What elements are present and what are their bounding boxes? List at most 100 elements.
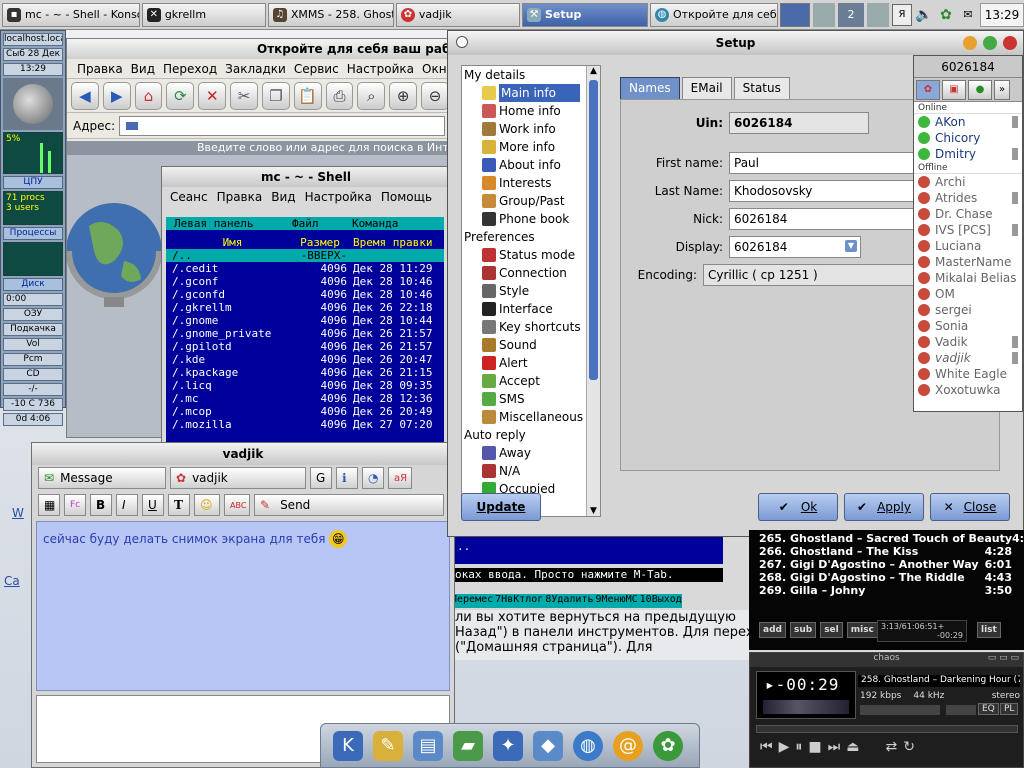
contact-button[interactable]: ✿ vadjik xyxy=(170,467,306,489)
contact-item[interactable]: IVS [PCS] xyxy=(914,222,1022,238)
tree-item-sms[interactable]: SMS xyxy=(462,390,600,408)
icq-flower-icon[interactable]: ✿ xyxy=(936,4,956,26)
email-at-icon[interactable]: @ xyxy=(613,730,643,761)
col-name[interactable]: Имя xyxy=(166,236,293,249)
italic-icon[interactable]: I xyxy=(116,494,138,516)
fkey[interactable]: 8Удалить xyxy=(545,594,596,608)
desktop-preview-icon[interactable] xyxy=(780,2,811,27)
tree-item-sound[interactable]: Sound xyxy=(462,336,600,354)
window-menu-icon[interactable] xyxy=(456,36,468,48)
tree-item-style[interactable]: Style xyxy=(462,282,600,300)
mc-left-panel[interactable]: Левая панель xyxy=(166,217,292,230)
fkey[interactable]: 7НвКтлог xyxy=(495,594,546,608)
tree-item-miscellaneous[interactable]: Miscellaneous xyxy=(462,408,600,426)
smiley-icon[interactable]: ☺ xyxy=(194,494,220,516)
contact-item[interactable]: MasterName xyxy=(914,254,1022,270)
mc-file-row[interactable]: /.cedit 4096 Дек 28 11:29 xyxy=(166,262,444,275)
home-icon[interactable]: ⌂ xyxy=(134,81,163,110)
tree-item-work-info[interactable]: Work info xyxy=(462,120,600,138)
fkey[interactable]: 10Выход xyxy=(639,594,682,608)
mc-file-row[interactable]: /.gconf 4096 Дек 28 10:46 xyxy=(166,275,444,288)
minimize-icon[interactable] xyxy=(963,36,977,50)
tray-app-icon[interactable]: ✉ xyxy=(959,4,977,26)
tree-item-n-a[interactable]: N/A xyxy=(462,462,600,480)
mc-file-row[interactable]: /.licq 4096 Дек 28 09:35 xyxy=(166,379,444,392)
contact-item[interactable]: White Eagle xyxy=(914,366,1022,382)
menu-go[interactable]: Переход xyxy=(163,62,217,76)
kde-menu-icon[interactable]: K xyxy=(333,730,363,761)
tree-scroll-thumb[interactable] xyxy=(589,80,598,380)
clock-icon[interactable]: ◔ xyxy=(362,467,384,489)
pl-toggle[interactable]: PL xyxy=(1000,703,1019,715)
eq-toggle[interactable]: EQ xyxy=(978,703,999,715)
shuffle-icon[interactable]: ⇄ xyxy=(885,739,897,755)
menu-view[interactable]: Вид xyxy=(131,62,155,76)
box-icon[interactable]: ◆ xyxy=(533,730,563,761)
pager-desktop-3[interactable] xyxy=(867,2,890,27)
tree-item-phone-book[interactable]: Phone book xyxy=(462,210,600,228)
tree-item-accept[interactable]: Accept xyxy=(462,372,600,390)
close-icon[interactable] xyxy=(1003,36,1017,50)
mc-file-row[interactable]: /.gconfd 4096 Дек 28 10:46 xyxy=(166,288,444,301)
tree-item-group-past[interactable]: Group/Past xyxy=(462,192,600,210)
task-konsole[interactable]: ▪ mc - ~ - Shell - Konsole xyxy=(2,2,140,27)
menu-settings[interactable]: Настройка xyxy=(347,62,414,76)
contact-item[interactable]: vadjik xyxy=(914,350,1022,366)
previous-icon[interactable]: ⏮ xyxy=(760,739,773,755)
stop-icon[interactable]: ■ xyxy=(808,739,821,755)
message-type-button[interactable]: ✉ Message xyxy=(38,467,166,489)
tab-email[interactable]: EMail xyxy=(681,77,732,99)
balance-slider[interactable] xyxy=(946,705,976,715)
spellcheck-icon[interactable]: ABC xyxy=(224,494,250,516)
xmms-window-buttons[interactable]: ▭ ▭ ▭ xyxy=(988,653,1019,663)
task-xmms[interactable]: ♫XMMS - 258. Ghostland xyxy=(267,2,394,27)
tree-item-status-mode[interactable]: Status mode xyxy=(462,246,600,264)
cut-icon[interactable]: ✂ xyxy=(230,81,258,110)
sub-button[interactable]: sub xyxy=(789,622,817,638)
font-icon[interactable]: T xyxy=(168,494,190,516)
folder-icon[interactable]: ▰ xyxy=(453,730,483,761)
translit-icon[interactable]: aЯ xyxy=(388,467,412,489)
paste-icon[interactable]: 📋 xyxy=(293,81,322,110)
mc-file-row[interactable]: /.mozilla 4096 Дек 27 07:20 xyxy=(166,418,444,431)
zoom-out-icon[interactable]: ⊖ xyxy=(421,81,449,110)
menu-edit[interactable]: Правка xyxy=(77,62,123,76)
desktop-link-fragment-2[interactable]: Ca xyxy=(4,574,20,588)
chat-history[interactable]: сейчас буду делать снимок экрана для теб… xyxy=(36,521,450,691)
col-time[interactable]: Время правки xyxy=(349,236,444,249)
mc-menu-edit[interactable]: Правка xyxy=(217,190,263,204)
tree-item-interface[interactable]: Interface xyxy=(462,300,600,318)
misc-button[interactable]: misc xyxy=(846,622,878,638)
print-icon[interactable]: ⎙ xyxy=(325,81,354,110)
tools-icon[interactable]: ✦ xyxy=(493,730,523,761)
system-icon[interactable]: ▣ xyxy=(942,79,966,100)
eject-icon[interactable]: ⏏ xyxy=(846,739,859,755)
col-size[interactable]: Размер xyxy=(293,236,349,249)
tab-names[interactable]: Names xyxy=(620,77,680,99)
mc-file-row[interactable]: /.. -ВВЕРХ- xyxy=(166,249,444,262)
playlist-item[interactable]: 267. Gigi D'Agostino – Another Way 6:01 xyxy=(759,558,1020,571)
contact-item[interactable]: OM xyxy=(914,286,1022,302)
fkey[interactable]: 9МенюМС xyxy=(595,594,640,608)
mc-file-row[interactable]: /.gkrellm 4096 Дек 26 22:18 xyxy=(166,301,444,314)
info-icon[interactable]: ℹ xyxy=(336,467,358,489)
contact-item[interactable]: Sonia xyxy=(914,318,1022,334)
mc-file-row[interactable]: /.mcop 4096 Дек 26 20:49 xyxy=(166,405,444,418)
mc-file-row[interactable]: /.gnome_private 4096 Дек 26 21:57 xyxy=(166,327,444,340)
zoom-icon[interactable]: ⌕ xyxy=(357,81,386,110)
fkey[interactable]: Перемес xyxy=(451,594,496,608)
task-setup[interactable]: ⚒ Setup xyxy=(521,2,649,27)
address-input[interactable] xyxy=(119,115,445,136)
group-icon[interactable]: ● xyxy=(968,79,992,100)
task-gkrellm[interactable]: ✕ gkrellm xyxy=(141,2,266,27)
mc-menu-view[interactable]: Вид xyxy=(271,190,295,204)
stop-icon[interactable]: ✕ xyxy=(198,81,227,110)
ok-button[interactable]: ✔ Ok xyxy=(758,493,838,521)
mc-menu-session[interactable]: Сеанс xyxy=(170,190,208,204)
mc-file-row[interactable]: /.kde 4096 Дек 26 20:47 xyxy=(166,353,444,366)
cd-slider[interactable]: CD xyxy=(3,368,63,381)
mc-command-menu[interactable]: Команда xyxy=(352,217,442,230)
tree-item-away[interactable]: Away xyxy=(462,444,600,462)
font-color-icon[interactable]: Fc xyxy=(64,494,86,516)
playlist-item[interactable]: 268. Gigi D'Agostino – The Riddle 4:43 xyxy=(759,571,1020,584)
